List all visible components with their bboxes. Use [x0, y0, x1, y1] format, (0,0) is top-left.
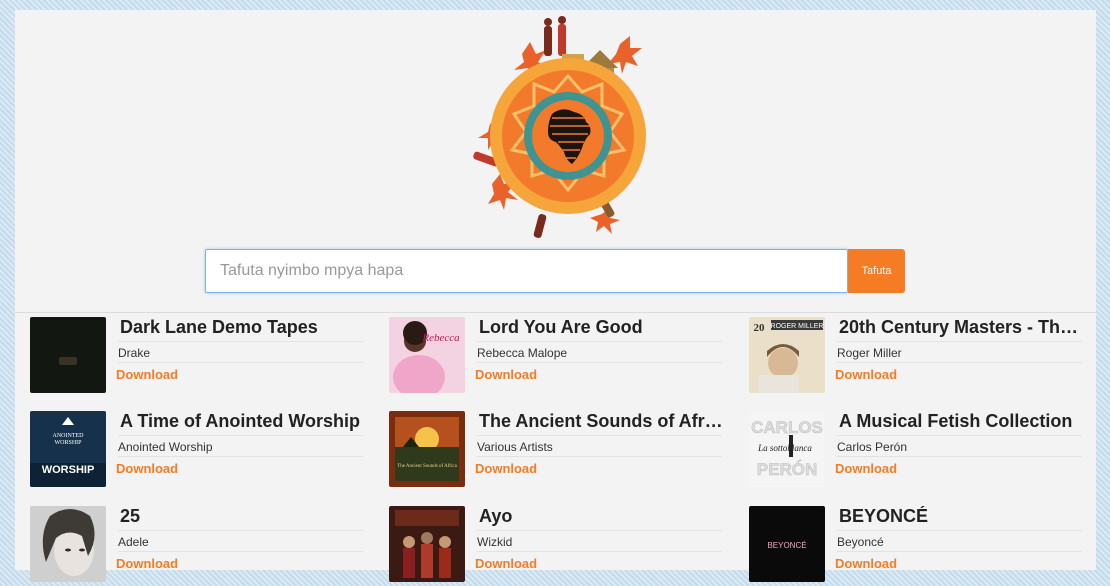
svg-text:BEYONCÉ: BEYONCÉ — [767, 541, 806, 550]
album-title[interactable]: Dark Lane Demo Tapes — [120, 317, 365, 337]
album-title[interactable]: A Time of Anointed Worship — [120, 411, 365, 431]
album-card: Dark Lane Demo Tapes Drake Download — [30, 317, 365, 397]
download-link[interactable]: Download — [116, 367, 178, 383]
download-link[interactable]: Download — [475, 461, 537, 477]
album-cover[interactable] — [389, 506, 465, 582]
album-card: Rebecca Lord You Are Good Rebecca Malope… — [389, 317, 724, 397]
album-title[interactable]: A Musical Fetish Collection — [839, 411, 1084, 431]
album-cover[interactable]: ANOINTED WORSHIP WORSHIP — [30, 411, 106, 487]
download-link[interactable]: Download — [475, 367, 537, 383]
album-title[interactable]: Lord You Are Good — [479, 317, 724, 337]
album-card: BEYONCÉ BEYONCÉ Beyoncé Download — [749, 506, 1084, 586]
album-artist: Roger Miller — [837, 341, 1082, 363]
download-link[interactable]: Download — [475, 556, 537, 572]
album-artist: Carlos Perón — [837, 435, 1082, 457]
album-artist: Drake — [118, 341, 363, 363]
album-artist: Rebecca Malope — [477, 341, 722, 363]
svg-text:ROGER MILLER: ROGER MILLER — [771, 323, 824, 330]
download-link[interactable]: Download — [116, 556, 178, 572]
svg-text:CARLOS: CARLOS — [751, 418, 823, 437]
album-cover[interactable]: The Ancient Sounds of Africa — [389, 411, 465, 487]
svg-text:WORSHIP: WORSHIP — [42, 464, 95, 476]
album-title[interactable]: Ayo — [479, 506, 724, 526]
album-cover[interactable]: CARLOS PERÓN La sottoblanca — [749, 411, 825, 487]
album-card: Ayo Wizkid Download — [389, 506, 724, 586]
download-link[interactable]: Download — [835, 461, 897, 477]
svg-text:20: 20 — [754, 322, 766, 334]
album-cover[interactable] — [30, 317, 106, 393]
album-artist: Beyoncé — [837, 530, 1082, 552]
album-title[interactable]: The Ancient Sounds of Africa — [479, 411, 724, 431]
album-artist: Wizkid — [477, 530, 722, 552]
svg-text:PERÓN: PERÓN — [757, 460, 817, 479]
main-panel: Tafuta Dark Lane Demo Tapes Drake Downlo… — [15, 10, 1096, 582]
album-artist: Anointed Worship — [118, 435, 363, 457]
svg-text:Rebecca: Rebecca — [421, 332, 460, 344]
album-grid: Dark Lane Demo Tapes Drake Download Rebe… — [15, 10, 1096, 582]
svg-text:ANOINTED: ANOINTED — [53, 433, 85, 439]
album-cover[interactable]: Rebecca — [389, 317, 465, 393]
album-artist: Adele — [118, 530, 363, 552]
download-link[interactable]: Download — [835, 367, 897, 383]
album-cover[interactable]: ROGER MILLER 20 — [749, 317, 825, 393]
album-title[interactable]: 25 — [120, 506, 365, 526]
album-card: 25 Adele Download — [30, 506, 365, 586]
svg-text:The Ancient Sounds of Africa: The Ancient Sounds of Africa — [397, 464, 457, 469]
album-cover[interactable]: BEYONCÉ — [749, 506, 825, 582]
album-card: ROGER MILLER 20 20th Century Masters - T… — [749, 317, 1084, 397]
album-card: The Ancient Sounds of Africa The Ancient… — [389, 411, 724, 491]
svg-text:WORSHIP: WORSHIP — [54, 440, 82, 446]
download-link[interactable]: Download — [116, 461, 178, 477]
album-artist: Various Artists — [477, 435, 722, 457]
album-title[interactable]: BEYONCÉ — [839, 506, 1084, 526]
download-link[interactable]: Download — [835, 556, 897, 572]
album-card: ANOINTED WORSHIP WORSHIP A Time of Anoin… — [30, 411, 365, 491]
album-card: CARLOS PERÓN La sottoblanca A Musical Fe… — [749, 411, 1084, 491]
album-cover[interactable] — [30, 506, 106, 582]
album-title[interactable]: 20th Century Masters - The Millennium Co… — [839, 317, 1084, 337]
svg-text:La sottoblanca: La sottoblanca — [757, 443, 812, 453]
